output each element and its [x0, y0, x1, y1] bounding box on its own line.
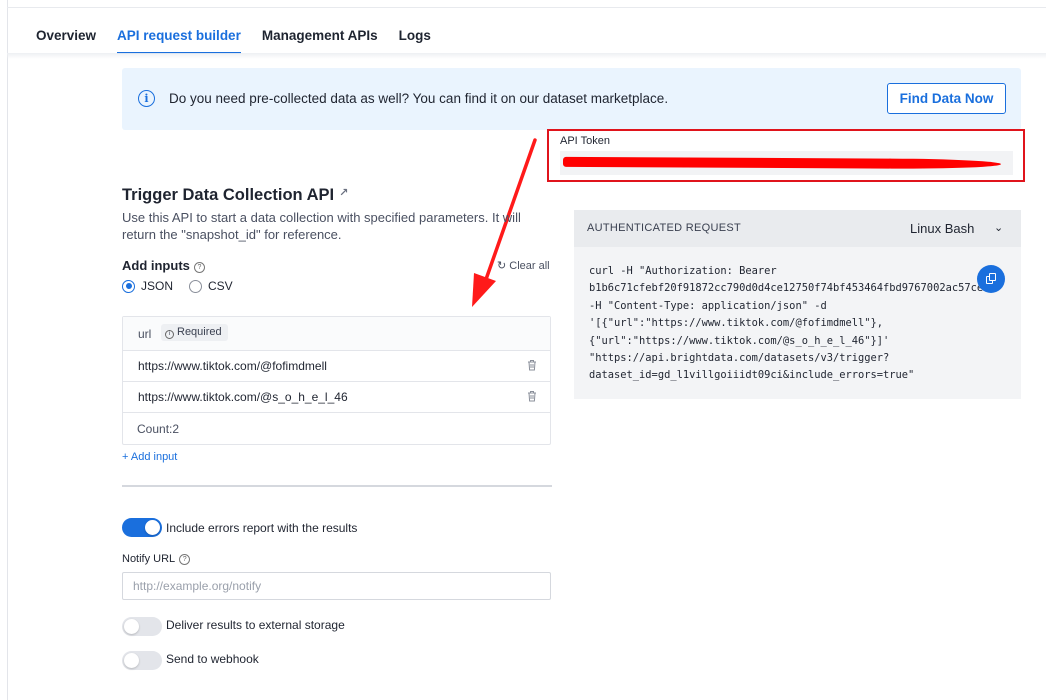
tabs-shadow — [7, 53, 1046, 59]
csv-label: CSV — [208, 279, 233, 293]
count-value: 2 — [172, 422, 180, 436]
code-line: '[{"url":"https://www.tiktok.com/@fofimd… — [589, 317, 884, 330]
json-label: JSON — [141, 279, 174, 293]
code-line: "https://api.brightdata.com/datasets/v3/… — [589, 352, 890, 365]
table-row[interactable]: https://www.tiktok.com/@fofimdmell — [123, 351, 550, 382]
webhook-toggle[interactable] — [122, 651, 162, 670]
section-divider — [122, 485, 552, 487]
trash-icon[interactable] — [527, 359, 537, 371]
include-errors-toggle[interactable] — [122, 518, 162, 537]
toggle-knob — [145, 520, 160, 535]
authenticated-request-panel: AUTHENTICATED REQUEST Linux Bash ⌄ curl … — [574, 210, 1021, 399]
notify-url-input[interactable] — [122, 572, 551, 600]
left-border — [7, 0, 8, 700]
inputs-table-header: url i Required — [123, 317, 550, 351]
refresh-icon: ↻ — [497, 260, 507, 272]
required-label: Required — [177, 326, 222, 338]
help-icon[interactable]: ? — [179, 554, 191, 565]
code-snippet: curl -H "Authorization: Bearer b1b6c71cfe… — [589, 263, 1006, 385]
format-selector: JSON CSV — [122, 279, 249, 293]
marketplace-banner: i Do you need pre-collected data as well… — [122, 68, 1021, 130]
clear-all-button[interactable]: ↻ Clear all — [497, 259, 550, 272]
required-info-icon: i — [165, 330, 174, 339]
url-value[interactable]: https://www.tiktok.com/@fofimdmell — [138, 359, 327, 373]
clear-all-label: Clear all — [509, 260, 550, 272]
count-label: Count: — [137, 422, 173, 436]
code-line: {"url":"https://www.tiktok.com/@s_o_h_e_… — [589, 334, 890, 347]
code-line: dataset_id=gd_l1villgoiiidt09ci&include_… — [589, 369, 915, 382]
tab-api-request-builder[interactable]: API request builder — [117, 28, 241, 54]
section-title: Trigger Data Collection API ↗ — [122, 186, 348, 205]
tab-logs[interactable]: Logs — [399, 28, 431, 54]
request-panel-title: AUTHENTICATED REQUEST — [587, 222, 741, 234]
copy-button[interactable] — [977, 265, 1005, 293]
code-line: -H "Content-Type: application/json" -d — [589, 299, 827, 312]
table-row[interactable]: https://www.tiktok.com/@s_o_h_e_l_46 — [123, 382, 550, 413]
external-link-icon[interactable]: ↗ — [339, 186, 348, 199]
tab-management-apis[interactable]: Management APIs — [262, 28, 378, 54]
copy-icon-front — [989, 273, 996, 281]
request-panel-header: AUTHENTICATED REQUEST Linux Bash ⌄ — [574, 210, 1021, 247]
required-badge: i Required — [161, 324, 228, 341]
code-line: b1b6c71cfebf20f91872cc790d0d4ce12750f74b… — [589, 282, 990, 295]
notify-url-label: Notify URL? — [122, 553, 191, 565]
json-radio[interactable] — [122, 279, 135, 293]
external-storage-toggle[interactable] — [122, 617, 162, 636]
top-border — [7, 0, 1046, 8]
language-select[interactable]: Linux Bash — [910, 221, 974, 236]
code-line: curl -H "Authorization: Bearer — [589, 265, 777, 277]
external-storage-label: Deliver results to external storage — [166, 618, 345, 632]
url-column-label: url — [138, 327, 152, 341]
info-icon: i — [138, 90, 155, 107]
toggle-knob — [124, 619, 139, 634]
chevron-down-icon[interactable]: ⌄ — [994, 221, 1003, 234]
help-icon[interactable]: ? — [193, 262, 205, 273]
annotation-highlight-box — [547, 129, 1025, 182]
add-inputs-text: Add inputs — [122, 258, 190, 273]
csv-radio[interactable] — [189, 279, 203, 293]
banner-message: Do you need pre-collected data as well? … — [169, 91, 669, 106]
notify-url-text: Notify URL — [122, 553, 176, 565]
webhook-label: Send to webhook — [166, 652, 259, 666]
include-errors-label: Include errors report with the results — [166, 521, 358, 535]
count-row: Count:2 — [123, 413, 550, 445]
inputs-table: url i Required https://www.tiktok.com/@fo… — [122, 316, 551, 445]
count-text: Count:2 — [137, 422, 179, 436]
tab-overview[interactable]: Overview — [36, 28, 96, 54]
add-inputs-label: Add inputs? — [122, 258, 205, 273]
find-data-now-button[interactable]: Find Data Now — [887, 83, 1006, 114]
tab-bar: Overview API request builder Management … — [36, 28, 452, 54]
add-input-button[interactable]: + Add input — [122, 451, 177, 463]
url-value[interactable]: https://www.tiktok.com/@s_o_h_e_l_46 — [138, 390, 348, 404]
section-title-text: Trigger Data Collection API — [122, 186, 335, 204]
section-description: Use this API to start a data collection … — [122, 210, 521, 242]
trash-icon[interactable] — [527, 390, 537, 402]
toggle-knob — [124, 653, 139, 668]
